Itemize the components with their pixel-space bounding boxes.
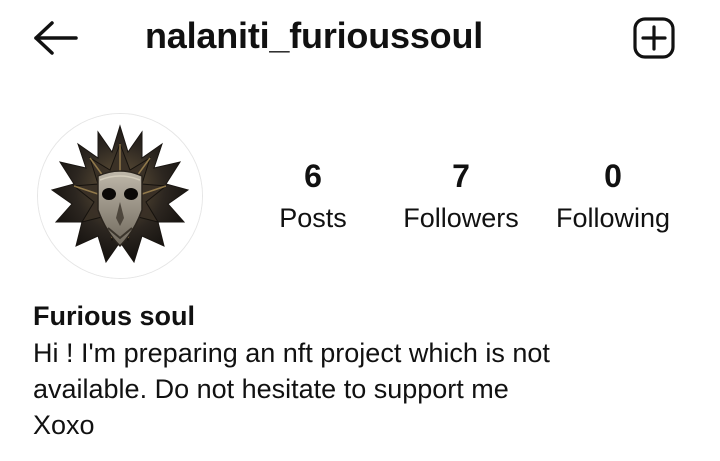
profile-bio: Furious soul Hi ! I'm preparing an nft p… [33,297,693,443]
profile-username: nalaniti_furioussoul [145,15,484,56]
plus-square-icon [633,17,675,59]
profile-stats: 6 Posts 7 Followers 0 Following [268,156,688,246]
avatar-mask-image [38,114,202,278]
posts-count: 6 [304,158,322,194]
bio-line: Hi ! I'm preparing an nft project which … [33,338,550,368]
followers-count: 7 [452,158,470,194]
new-post-button[interactable] [630,14,678,62]
arrow-left-icon [34,21,78,55]
following-count: 0 [604,158,622,194]
posts-stat[interactable]: 6 Posts [268,156,358,238]
posts-label: Posts [279,203,347,233]
following-stat[interactable]: 0 Following [548,156,678,238]
profile-header: nalaniti_furioussoul [0,0,720,80]
followers-stat[interactable]: 7 Followers [396,156,526,238]
bio-line: available. Do not hesitate to support me [33,374,509,404]
back-button[interactable] [28,14,84,62]
bio-line: Xoxo [33,410,95,440]
followers-label: Followers [403,203,519,233]
following-label: Following [555,203,671,233]
profile-display-name: Furious soul [33,301,195,331]
avatar[interactable] [38,114,202,278]
